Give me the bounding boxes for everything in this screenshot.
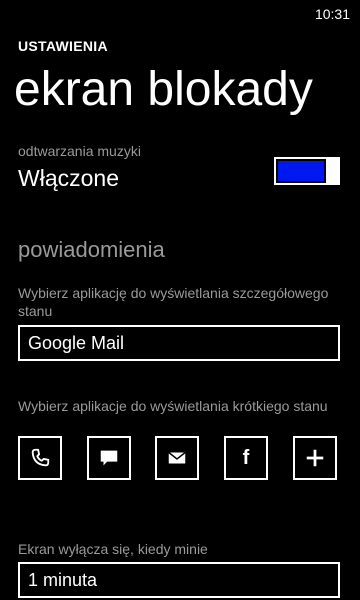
toggle-thumb[interactable] [326, 157, 340, 185]
messaging-icon [100, 450, 118, 466]
phone-icon [31, 448, 50, 467]
notifications-section-title: powiadomienia [18, 237, 165, 262]
screen-timeout-picker[interactable]: 1 minuta [18, 562, 340, 598]
facebook-icon: f [242, 447, 250, 469]
app-title: USTAWIENIA [18, 38, 108, 54]
quick-status-slot-messaging[interactable] [87, 436, 131, 480]
quick-status-label: Wybierz aplikacje do wyświetlania krótki… [18, 398, 328, 414]
toggle-track [274, 157, 328, 185]
screen-timeout-value: 1 minuta [28, 570, 98, 590]
music-playback-state: Włączone [18, 165, 119, 191]
quick-status-slot-mail[interactable] [155, 436, 199, 480]
screen-timeout-label: Ekran wyłącza się, kiedy minie [18, 541, 208, 557]
music-playback-label: odtwarzania muzyki [18, 143, 141, 159]
quick-status-slot-facebook[interactable]: f [224, 436, 268, 480]
detailed-status-label: Wybierz aplikację do wyświetlania szczeg… [18, 285, 329, 319]
add-icon [306, 449, 324, 467]
detailed-status-value: Google Mail [28, 333, 125, 353]
quick-status-slot-add[interactable] [293, 436, 337, 480]
detailed-status-picker[interactable]: Google Mail [18, 325, 340, 361]
page-title: ekran blokady [14, 63, 313, 116]
quick-status-slot-phone[interactable] [18, 436, 62, 480]
mail-icon [168, 451, 186, 464]
music-playback-toggle[interactable] [274, 157, 340, 185]
toggle-fill [278, 161, 324, 181]
status-time: 10:31 [314, 6, 350, 22]
